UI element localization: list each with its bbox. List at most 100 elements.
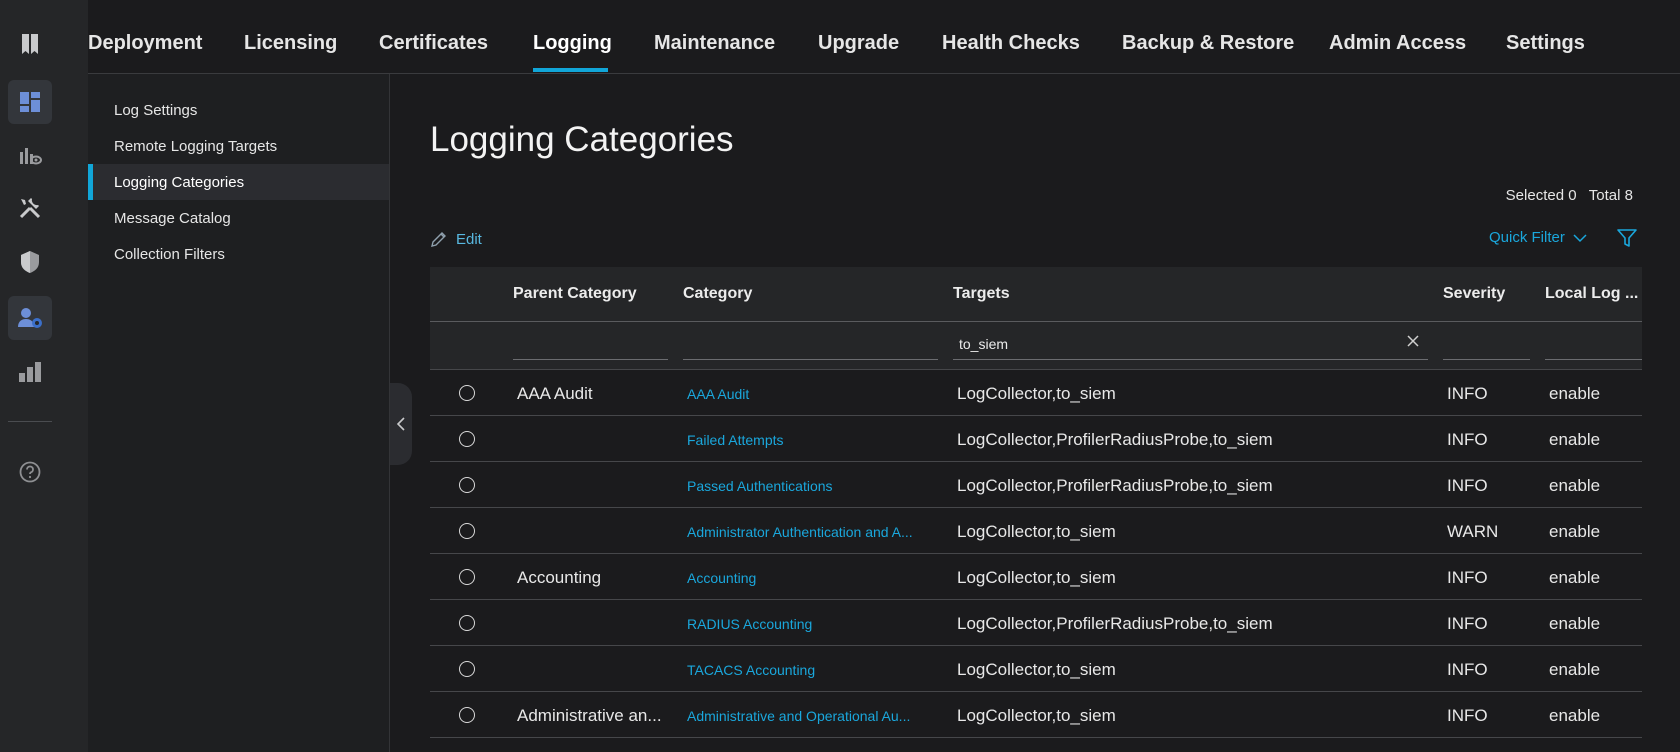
tab-settings[interactable]: Settings [1506, 32, 1585, 55]
total-label: Total [1588, 187, 1621, 204]
row-select-radio[interactable] [459, 615, 475, 631]
category-link[interactable]: Failed Attempts [687, 432, 937, 448]
local-log-cell: enable [1549, 384, 1601, 403]
icon-rail [0, 0, 88, 752]
category-filter[interactable] [683, 332, 938, 360]
col-category[interactable]: Category [683, 285, 752, 303]
nav-item-collection-filters[interactable]: Collection Filters [114, 246, 225, 263]
targets-cell: LogCollector,to_siem [957, 522, 1116, 541]
tab-backup-restore[interactable]: Backup & Restore [1122, 32, 1294, 55]
local-log-cell: enable [1549, 568, 1601, 587]
tab-maintenance[interactable]: Maintenance [654, 32, 775, 55]
table-row[interactable]: TACACS Accounting LogCollector,to_siem I… [430, 646, 1642, 692]
col-local-log[interactable]: Local Log ... [1545, 285, 1642, 303]
severity-cell: INFO [1447, 476, 1488, 495]
category-link[interactable]: Passed Authentications [687, 478, 937, 494]
targets-cell: LogCollector,ProfilerRadiusProbe,to_siem [957, 476, 1273, 495]
targets-filter-value: to_siem [959, 336, 1009, 352]
parent-category-filter[interactable] [513, 332, 668, 360]
local-log-cell: enable [1549, 660, 1601, 679]
tab-deployment[interactable]: Deployment [88, 32, 202, 55]
col-severity[interactable]: Severity [1443, 285, 1505, 303]
category-link[interactable]: TACACS Accounting [687, 662, 937, 678]
tab-upgrade[interactable]: Upgrade [818, 32, 899, 55]
table-row[interactable]: Accounting Accounting LogCollector,to_si… [430, 554, 1642, 600]
local-log-filter[interactable] [1545, 332, 1642, 360]
quick-filter-label: Quick Filter [1489, 229, 1565, 246]
page-title: Logging Categories [430, 120, 734, 159]
targets-cell: LogCollector,to_siem [957, 568, 1116, 587]
tools-icon[interactable] [8, 186, 52, 230]
nav-item-remote-logging-targets[interactable]: Remote Logging Targets [114, 138, 277, 155]
collapse-nav-button[interactable] [390, 383, 412, 465]
targets-filter[interactable]: to_siem [953, 332, 1428, 360]
tab-licensing[interactable]: Licensing [244, 32, 337, 55]
administration-icon[interactable] [8, 296, 52, 340]
targets-cell: LogCollector,to_siem [957, 660, 1116, 679]
selection-counts: Selected 0 Total 8 [1506, 187, 1633, 204]
category-link[interactable]: Administrative and Operational Au... [687, 708, 942, 724]
targets-cell: LogCollector,ProfilerRadiusProbe,to_siem [957, 614, 1273, 633]
severity-cell: INFO [1447, 430, 1488, 449]
severity-cell: INFO [1447, 614, 1488, 633]
filter-row: to_siem [430, 322, 1642, 370]
severity-cell: WARN [1447, 522, 1499, 541]
quick-filter-dropdown[interactable]: Quick Filter [1489, 229, 1587, 246]
table-row[interactable]: Administrative an... Administrative and … [430, 692, 1642, 738]
chevron-left-icon [396, 417, 405, 431]
local-log-cell: enable [1549, 614, 1601, 633]
work-centers-icon[interactable] [8, 350, 52, 394]
col-parent-category[interactable]: Parent Category [513, 285, 637, 303]
category-link[interactable]: AAA Audit [687, 386, 937, 402]
help-icon[interactable] [8, 450, 52, 494]
nav-item-message-catalog[interactable]: Message Catalog [114, 210, 231, 227]
rail-divider [8, 421, 52, 422]
total-count: 8 [1624, 187, 1633, 204]
severity-cell: INFO [1447, 384, 1488, 403]
severity-cell: INFO [1447, 568, 1488, 587]
parent-category-cell: Administrative an... [517, 706, 662, 725]
table-row[interactable]: Administrator Authentication and A... Lo… [430, 508, 1642, 554]
row-select-radio[interactable] [459, 477, 475, 493]
tab-logging[interactable]: Logging [533, 32, 612, 55]
clear-filter-icon[interactable] [1406, 334, 1420, 353]
dashboard-icon[interactable] [8, 80, 52, 124]
row-select-radio[interactable] [459, 661, 475, 677]
local-log-cell: enable [1549, 522, 1601, 541]
severity-cell: INFO [1447, 706, 1488, 725]
table-row[interactable]: Passed Authentications LogCollector,Prof… [430, 462, 1642, 508]
nav-item-logging-categories[interactable]: Logging Categories [114, 174, 244, 191]
logging-categories-table: Parent Category Category Targets Severit… [430, 267, 1642, 738]
row-select-radio[interactable] [459, 523, 475, 539]
row-select-radio[interactable] [459, 431, 475, 447]
targets-cell: LogCollector,to_siem [957, 384, 1116, 403]
selected-label: Selected [1505, 187, 1565, 204]
nav-item-log-settings[interactable]: Log Settings [114, 102, 197, 119]
bookmark-icon[interactable] [8, 22, 52, 66]
row-select-radio[interactable] [459, 569, 475, 585]
local-log-cell: enable [1549, 430, 1601, 449]
severity-cell: INFO [1447, 660, 1488, 679]
tab-health-checks[interactable]: Health Checks [942, 32, 1080, 55]
row-select-radio[interactable] [459, 707, 475, 723]
category-link[interactable]: Administrator Authentication and A... [687, 524, 942, 540]
tab-certificates[interactable]: Certificates [379, 32, 488, 55]
category-link[interactable]: RADIUS Accounting [687, 616, 937, 632]
pencil-icon [431, 232, 446, 247]
edit-button[interactable]: Edit [430, 230, 482, 248]
filter-icon[interactable] [1616, 227, 1638, 254]
targets-cell: LogCollector,ProfilerRadiusProbe,to_siem [957, 430, 1273, 449]
table-row[interactable]: Failed Attempts LogCollector,ProfilerRad… [430, 416, 1642, 462]
table-row[interactable]: RADIUS Accounting LogCollector,ProfilerR… [430, 600, 1642, 646]
row-select-radio[interactable] [459, 385, 475, 401]
chevron-down-icon [1573, 233, 1587, 242]
active-tab-indicator [533, 68, 608, 72]
shield-icon[interactable] [8, 240, 52, 284]
table-row[interactable]: AAA Audit AAA Audit LogCollector,to_siem… [430, 370, 1642, 416]
severity-filter[interactable] [1443, 332, 1530, 360]
tab-admin-access[interactable]: Admin Access [1329, 32, 1466, 55]
context-visibility-icon[interactable] [8, 134, 52, 178]
col-targets[interactable]: Targets [953, 285, 1010, 303]
category-link[interactable]: Accounting [687, 570, 937, 586]
parent-category-cell: AAA Audit [517, 384, 593, 403]
